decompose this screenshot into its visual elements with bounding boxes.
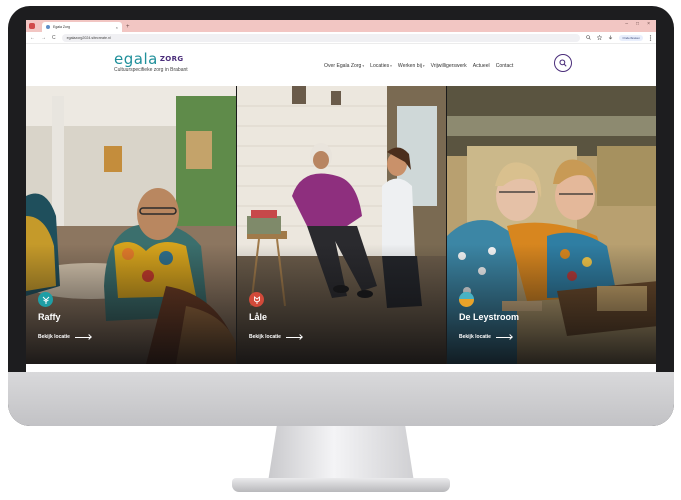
- nav-item-werken-bij[interactable]: Werken bij▾: [398, 63, 425, 69]
- view-location-link[interactable]: Bekijk locatie: [38, 334, 91, 340]
- tab-search-icon[interactable]: [29, 23, 35, 29]
- favicon-icon: [46, 25, 50, 29]
- back-button[interactable]: ←: [30, 35, 35, 41]
- water-icon: [459, 292, 474, 307]
- logo-brand-suffix: ZORG: [159, 55, 184, 63]
- arrow-right-icon: [74, 336, 91, 338]
- nav-item-contact[interactable]: Contact: [496, 63, 514, 69]
- location-badge: [459, 292, 474, 307]
- view-location-link[interactable]: Bekijk locatie: [459, 334, 512, 340]
- search-icon: [559, 59, 567, 67]
- link-label: Bekijk locatie: [38, 334, 70, 340]
- forward-button[interactable]: →: [41, 35, 46, 41]
- window-controls: – □ ×: [625, 21, 650, 27]
- nav-label: Over Egala Zorg: [324, 63, 362, 69]
- logo-tagline: Cultuurspecifieke zorg in Brabant: [114, 67, 188, 73]
- location-title: Raffy: [38, 312, 61, 322]
- close-window-button[interactable]: ×: [647, 21, 650, 27]
- location-title: Låle: [249, 312, 268, 322]
- maximize-button[interactable]: □: [636, 21, 639, 27]
- nav-item-locaties[interactable]: Locaties▾: [370, 63, 392, 69]
- monitor-frame: Egala Zorg × + – □ × ← → C egalazorg2024…: [8, 6, 674, 426]
- monitor-chin: [8, 372, 674, 426]
- browser-tab[interactable]: Egala Zorg ×: [42, 22, 122, 32]
- view-location-link[interactable]: Bekijk locatie: [249, 334, 302, 340]
- arrow-right-icon: [495, 336, 512, 338]
- tab-close-icon[interactable]: ×: [116, 25, 118, 30]
- location-card-raffy[interactable]: Raffy Bekijk locatie: [26, 86, 236, 364]
- monitor-stand: [268, 426, 414, 482]
- location-card-de-leystroom[interactable]: De Leystroom Bekijk locatie: [446, 86, 656, 364]
- address-bar: ← → C egalazorg2024.sitecreate.nl Onderb…: [26, 32, 656, 44]
- location-cards: Raffy Bekijk locatie Låle Bekijk locatie…: [26, 86, 656, 364]
- main-navigation: Over Egala Zorg▾ Locaties▾ Werken bij▾ V…: [324, 63, 513, 69]
- screen: Egala Zorg × + – □ × ← → C egalazorg2024…: [26, 20, 656, 376]
- site-header: egala ZORG Cultuurspecifieke zorg in Brab…: [26, 44, 656, 86]
- card-overlay: [447, 244, 656, 364]
- url-text: egalazorg2024.sitecreate.nl: [66, 35, 111, 40]
- bookmark-star-icon[interactable]: [597, 35, 603, 40]
- zoom-icon[interactable]: [586, 35, 592, 40]
- location-title: De Leystroom: [459, 312, 520, 322]
- chevron-down-icon: ▾: [390, 64, 392, 68]
- site-logo[interactable]: egala ZORG Cultuurspecifieke zorg in Brab…: [114, 50, 188, 73]
- arrow-right-icon: [285, 336, 302, 338]
- toolbar-icons: Onderbreken: [586, 34, 652, 41]
- browser-menu-icon[interactable]: [649, 34, 652, 41]
- reload-button[interactable]: C: [52, 35, 56, 41]
- new-tab-button[interactable]: +: [126, 22, 130, 32]
- tree-icon: [42, 296, 49, 304]
- card-overlay: [237, 244, 446, 364]
- chevron-down-icon: ▾: [362, 64, 365, 68]
- url-field[interactable]: egalazorg2024.sitecreate.nl: [61, 33, 581, 42]
- location-card-lale[interactable]: Låle Bekijk locatie: [236, 86, 446, 364]
- logo-wordmark: egala ZORG: [114, 50, 188, 68]
- card-overlay: [26, 244, 236, 364]
- tulip-icon: [253, 295, 260, 304]
- download-icon[interactable]: [608, 35, 613, 40]
- nav-label: Locaties: [370, 63, 390, 69]
- site-search-button[interactable]: [554, 54, 572, 72]
- monitor-base: [232, 478, 450, 492]
- nav-label: Werken bij: [397, 63, 422, 69]
- location-badge: [249, 292, 264, 307]
- minimize-button[interactable]: –: [625, 21, 628, 27]
- link-label: Bekijk locatie: [249, 334, 281, 340]
- chevron-down-icon: ▾: [422, 64, 425, 68]
- profile-button[interactable]: Onderbreken: [619, 34, 643, 41]
- browser-tab-bar: Egala Zorg × + – □ ×: [26, 20, 656, 32]
- nav-item-vrijwilligerswerk[interactable]: Vrijwilligerswerk: [431, 63, 467, 69]
- nav-item-actueel[interactable]: Actueel: [473, 63, 490, 69]
- logo-brand: egala: [114, 50, 158, 68]
- location-badge: [38, 292, 53, 307]
- tab-title: Egala Zorg: [53, 25, 71, 29]
- nav-item-over-egala-zorg[interactable]: Over Egala Zorg▾: [324, 63, 364, 69]
- link-label: Bekijk locatie: [459, 334, 491, 340]
